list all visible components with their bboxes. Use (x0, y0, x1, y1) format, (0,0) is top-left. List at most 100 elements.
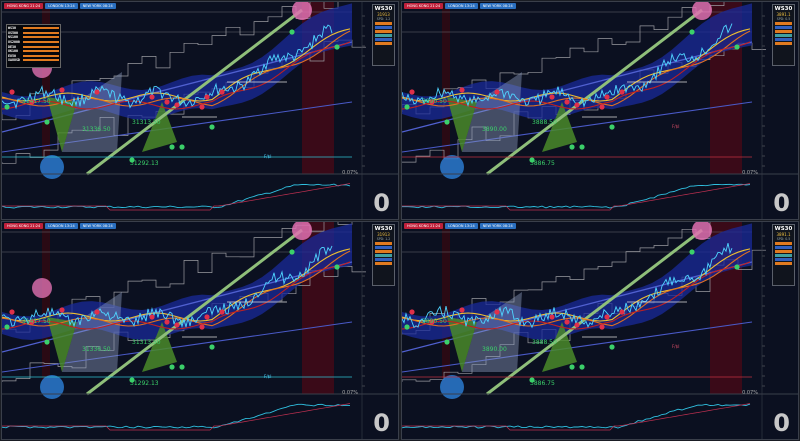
indicator-line (2, 183, 351, 209)
info-bar (375, 30, 392, 33)
info-bar (375, 38, 392, 41)
symbol-spread: SPD: 1.2 (376, 17, 391, 21)
info-bar (775, 38, 792, 41)
session-header: HONG KONG 21:24 LONDON 13:24 NEW YORK 08:2… (404, 223, 516, 229)
indicator-signal (2, 183, 351, 211)
level-label: 31336.50 (82, 126, 111, 133)
watchlist-symbol: UK100 (8, 49, 18, 54)
pivot-low-dot (209, 344, 215, 350)
pivot-low-dot (4, 104, 10, 110)
session-header: HONG KONG 21:24 LONDON 13:24 NEW YORK 08:2… (4, 3, 116, 9)
session-header: HONG KONG 21:24 LONDON 13:24 NEW YORK 08:2… (4, 223, 116, 229)
level-label: 3886.75 (530, 160, 555, 167)
pivot-low-dot (44, 339, 50, 345)
level-label: 31313.50 (132, 339, 161, 346)
pivot-high-dot (564, 99, 570, 105)
watchlist-bar (23, 36, 59, 39)
pivot-low-dot (569, 144, 575, 150)
pivot-high-dot (604, 94, 610, 100)
indicator-line (402, 403, 751, 429)
pivot-low-dot (289, 249, 295, 255)
pivot-low-dot (579, 364, 585, 370)
chart-panel-top-left[interactable]: HONG KONG 21:24 LONDON 13:24 NEW YORK 08:2… (1, 1, 399, 220)
counter-zero: 0 (373, 189, 390, 217)
fvtk-label: F/$I (264, 374, 272, 379)
info-bar (375, 250, 392, 253)
level-label: 31336.50 (82, 346, 111, 353)
level-label: 3890.00 (482, 346, 507, 353)
pivot-high-dot (564, 319, 570, 325)
pivot-low-dot (334, 44, 340, 50)
level-label: 3890.50 (422, 318, 447, 325)
pivot-low-dot (289, 29, 295, 35)
session-tab: LONDON 13:24 (45, 3, 78, 9)
symbol-info-box: WS30 31913 SPD: 1.2 (372, 4, 395, 66)
level-label: 3890.00 (482, 126, 507, 133)
info-bar (775, 254, 792, 257)
pivot-high-dot (619, 309, 625, 315)
watchlist-row[interactable]: XAUUSD (8, 58, 59, 63)
pivot-high-dot (9, 89, 15, 95)
counter-zero: 0 (773, 409, 790, 437)
indicator-line (2, 403, 351, 429)
watchlist-symbol: US2000 (8, 40, 20, 45)
info-bar (775, 246, 792, 249)
pivot-low-dot (689, 29, 695, 35)
chart-canvas (2, 2, 398, 219)
watchlist-symbol: WS30 (8, 26, 16, 31)
info-bar (375, 254, 392, 257)
pivot-high-dot (599, 324, 605, 330)
fvtk-label: F/$I (672, 124, 680, 129)
pivot-low-dot (609, 344, 615, 350)
watchlist-bar (23, 50, 59, 53)
pivot-high-dot (604, 314, 610, 320)
level-label: 31417.50 (22, 318, 51, 325)
pivot-high-dot (574, 102, 580, 108)
pivot-low-dot (334, 264, 340, 270)
pivot-high-dot (9, 309, 15, 315)
indicator-signal (2, 403, 351, 431)
high-marker (692, 2, 712, 20)
chart-panel-bottom-right[interactable]: HONG KONG 21:24 LONDON 13:24 NEW YORK 08:2… (401, 221, 799, 440)
high-marker (32, 278, 52, 298)
pivot-low-dot (579, 144, 585, 150)
watchlist-bar (23, 41, 59, 44)
pivot-high-dot (219, 89, 225, 95)
pivot-high-dot (59, 307, 65, 313)
session-tab: LONDON 13:24 (445, 3, 478, 9)
level-label: 3888.50 (532, 119, 557, 126)
level-label: 31292.13 (130, 380, 159, 387)
pivot-high-dot (549, 94, 555, 100)
session-shade-early (442, 2, 450, 174)
pivot-low-dot (179, 364, 185, 370)
chart-canvas (2, 222, 398, 439)
chart-panel-bottom-left[interactable]: HONG KONG 21:24 LONDON 13:24 NEW YORK 08:2… (1, 221, 399, 440)
pivot-high-dot (174, 322, 180, 328)
watchlist-bar (23, 45, 59, 48)
pivot-low-dot (169, 364, 175, 370)
session-tab: NEW YORK 08:24 (79, 223, 116, 229)
watchlist-symbol: NS100 (8, 35, 18, 40)
fvtk-label: F/$I (264, 154, 272, 159)
level-label: 31292.13 (130, 160, 159, 167)
pivot-high-dot (619, 89, 625, 95)
pivot-high-dot (149, 314, 155, 320)
info-bar (775, 34, 792, 37)
pivot-high-dot (219, 309, 225, 315)
chart-grid: HONG KONG 21:24 LONDON 13:24 NEW YORK 08:2… (0, 0, 800, 441)
pivot-high-dot (459, 307, 465, 313)
info-bar (375, 258, 392, 261)
info-bar (375, 42, 392, 45)
pivot-high-dot (459, 87, 465, 93)
pivot-low-dot (209, 124, 215, 130)
symbol-info-box: WS30 3891.1 SPD: 0.5 (772, 4, 795, 66)
pivot-low-dot (569, 364, 575, 370)
info-bar (775, 30, 792, 33)
chart-panel-top-right[interactable]: HONG KONG 21:24 LONDON 13:24 NEW YORK 08:2… (401, 1, 799, 220)
percent-label: 0.07% (742, 170, 758, 176)
symbol-info-box: WS30 3891.1 SPD: 0.5 (772, 224, 795, 286)
pivot-low-dot (734, 264, 740, 270)
info-bar (375, 242, 392, 245)
session-tab: HONG KONG 21:24 (404, 223, 444, 229)
pivot-high-dot (549, 314, 555, 320)
